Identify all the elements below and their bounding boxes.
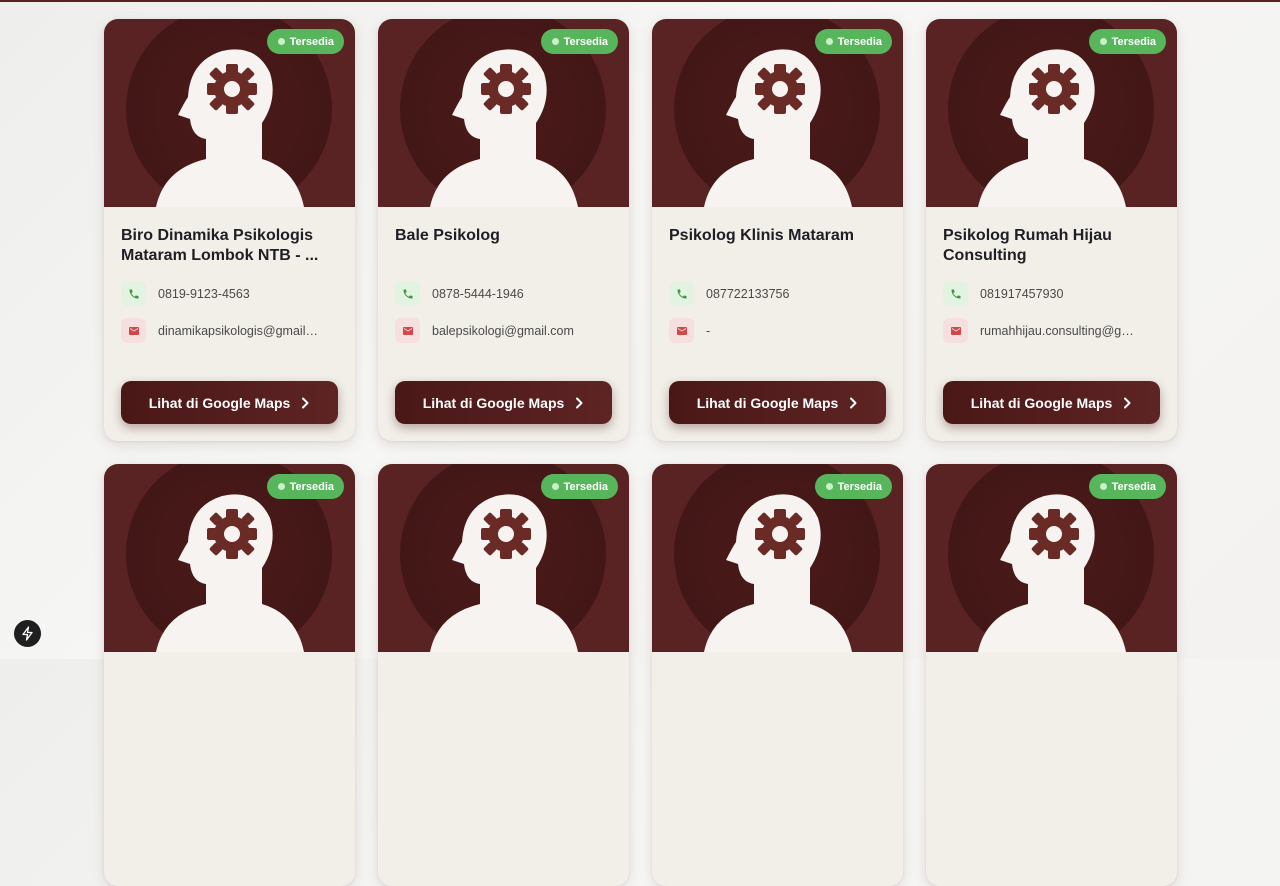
card-hero-image: Tersedia	[926, 464, 1177, 652]
phone-value[interactable]: 0819-9123-4563	[158, 287, 250, 301]
psychologist-card: Tersedia Biro Dinamika Psikologis Matara…	[104, 19, 355, 441]
mail-icon	[943, 318, 968, 343]
psychologist-card: Tersedia	[378, 464, 629, 886]
email-row: rumahhijau.consulting@gma...	[943, 318, 1160, 343]
mail-icon	[395, 318, 420, 343]
status-label: Tersedia	[563, 35, 608, 48]
chevron-right-icon	[850, 397, 857, 408]
card-hero-image: Tersedia	[104, 19, 355, 207]
email-row: dinamikapsikologis@gmail....	[121, 318, 338, 343]
email-value[interactable]: dinamikapsikologis@gmail....	[158, 324, 318, 338]
status-badge: Tersedia	[540, 29, 618, 54]
card-hero-image: Tersedia	[104, 464, 355, 652]
google-maps-button-label: Lihat di Google Maps	[148, 394, 291, 411]
google-maps-button-label: Lihat di Google Maps	[970, 394, 1113, 411]
google-maps-button[interactable]: Lihat di Google Maps	[943, 381, 1160, 424]
lightning-icon	[22, 626, 33, 641]
status-label: Tersedia	[1111, 480, 1156, 493]
email-row: balepsikologi@gmail.com	[395, 318, 612, 343]
phone-icon	[395, 281, 420, 306]
phone-row: 0878-5444-1946	[395, 281, 612, 306]
phone-row: 087722133756	[669, 281, 886, 306]
status-dot	[1099, 483, 1107, 490]
status-badge: Tersedia	[1088, 29, 1166, 54]
email-value[interactable]: balepsikologi@gmail.com	[432, 324, 574, 338]
status-badge: Tersedia	[814, 474, 892, 499]
google-maps-button-label: Lihat di Google Maps	[696, 394, 839, 411]
status-badge: Tersedia	[814, 29, 892, 54]
dev-tools-button[interactable]	[14, 620, 41, 647]
phone-row: 081917457930	[943, 281, 1160, 306]
phone-value[interactable]: 081917457930	[980, 287, 1063, 301]
chevron-right-icon	[302, 397, 309, 408]
card-title: Bale Psikolog	[395, 227, 500, 244]
psychologist-card: Tersedia Psikolog Klinis Mataram 0877221…	[652, 19, 903, 441]
status-badge: Tersedia	[266, 29, 344, 54]
card-hero-image: Tersedia	[378, 19, 629, 207]
card-title: Psikolog Rumah Hijau Consulting	[943, 227, 1112, 264]
mail-icon	[121, 318, 146, 343]
phone-value[interactable]: 0878-5444-1946	[432, 287, 524, 301]
psychologist-card: Tersedia Bale Psikolog 0878-5444-1946 ba…	[378, 19, 629, 441]
status-dot	[277, 38, 285, 45]
google-maps-button[interactable]: Lihat di Google Maps	[669, 381, 886, 424]
status-dot	[551, 483, 559, 490]
psychologist-card: Tersedia	[652, 464, 903, 886]
card-hero-image: Tersedia	[926, 19, 1177, 207]
phone-row: 0819-9123-4563	[121, 281, 338, 306]
psychologist-card: Tersedia	[104, 464, 355, 886]
google-maps-button[interactable]: Lihat di Google Maps	[395, 381, 612, 424]
status-label: Tersedia	[1111, 35, 1156, 48]
status-label: Tersedia	[837, 480, 882, 493]
email-value[interactable]: -	[706, 324, 710, 338]
status-label: Tersedia	[289, 35, 334, 48]
status-label: Tersedia	[837, 35, 882, 48]
status-dot	[825, 38, 833, 45]
phone-icon	[669, 281, 694, 306]
chevron-right-icon	[1124, 397, 1131, 408]
card-hero-image: Tersedia	[652, 19, 903, 207]
phone-icon	[121, 281, 146, 306]
google-maps-button[interactable]: Lihat di Google Maps	[121, 381, 338, 424]
status-dot	[825, 483, 833, 490]
psychologist-card: Tersedia Psikolog Rumah Hijau Consulting…	[926, 19, 1177, 441]
card-hero-image: Tersedia	[378, 464, 629, 652]
status-badge: Tersedia	[1088, 474, 1166, 499]
email-value[interactable]: rumahhijau.consulting@gma...	[980, 324, 1140, 338]
chevron-right-icon	[576, 397, 583, 408]
psychologist-card: Tersedia	[926, 464, 1177, 886]
phone-value[interactable]: 087722133756	[706, 287, 789, 301]
status-dot	[551, 38, 559, 45]
card-title: Psikolog Klinis Mataram	[669, 227, 854, 244]
status-dot	[1099, 38, 1107, 45]
status-badge: Tersedia	[540, 474, 618, 499]
status-badge: Tersedia	[266, 474, 344, 499]
phone-icon	[943, 281, 968, 306]
card-hero-image: Tersedia	[652, 464, 903, 652]
card-title: Biro Dinamika Psikologis Mataram Lombok …	[121, 227, 319, 264]
status-label: Tersedia	[563, 480, 608, 493]
google-maps-button-label: Lihat di Google Maps	[422, 394, 565, 411]
status-dot	[277, 483, 285, 490]
top-border	[0, 0, 1280, 2]
email-row: -	[669, 318, 886, 343]
status-label: Tersedia	[289, 480, 334, 493]
mail-icon	[669, 318, 694, 343]
